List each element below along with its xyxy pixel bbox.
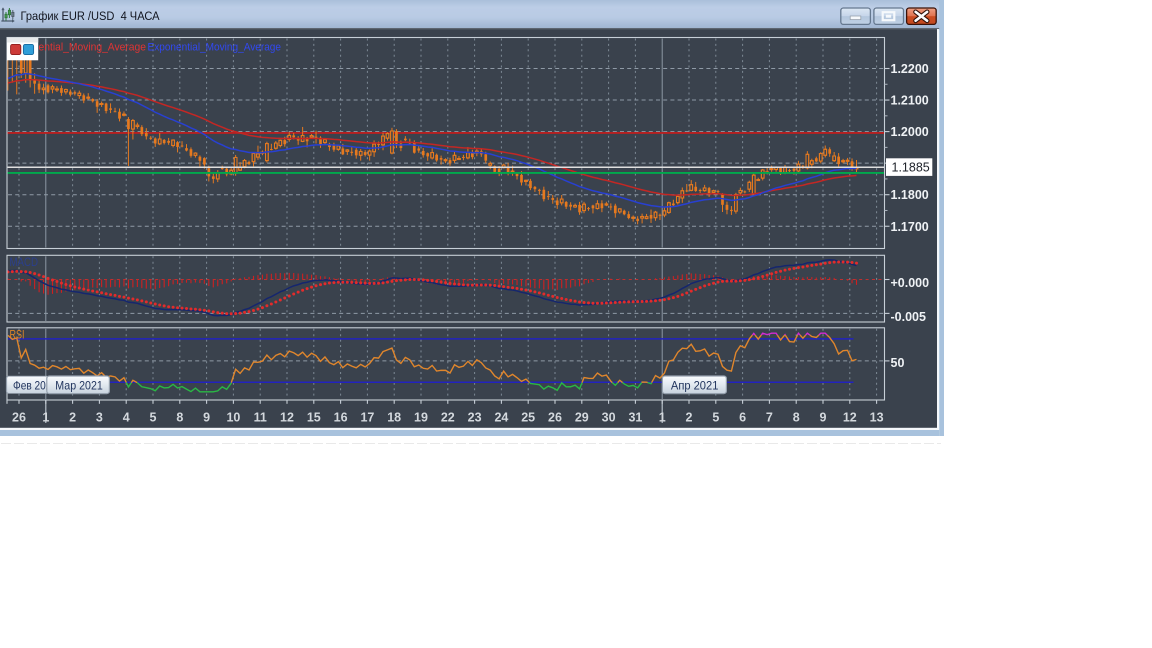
svg-text:10: 10 [226, 411, 240, 425]
svg-text:3: 3 [96, 411, 103, 425]
svg-text:1.2200: 1.2200 [891, 62, 929, 76]
svg-text:19: 19 [414, 411, 428, 425]
svg-text:1.1700: 1.1700 [891, 220, 929, 234]
svg-text:31: 31 [628, 411, 642, 425]
svg-text:23: 23 [468, 411, 482, 425]
svg-text:25: 25 [521, 411, 535, 425]
svg-text:11: 11 [254, 411, 267, 425]
svg-text:26: 26 [548, 411, 562, 425]
svg-text:24: 24 [494, 411, 508, 425]
svg-text:12: 12 [843, 411, 857, 425]
svg-text:RSI: RSI [10, 330, 25, 342]
svg-text:8: 8 [176, 411, 183, 425]
svg-text:+0.000: +0.000 [891, 276, 930, 290]
svg-text:-0.005: -0.005 [891, 310, 926, 324]
svg-text:8: 8 [793, 411, 800, 425]
svg-text:9: 9 [820, 411, 827, 425]
svg-text:1.1885: 1.1885 [892, 161, 930, 175]
svg-text:5: 5 [150, 411, 157, 425]
svg-text:30: 30 [602, 411, 616, 425]
svg-text:Мар 2021: Мар 2021 [55, 379, 103, 393]
svg-text:1.1800: 1.1800 [891, 188, 929, 202]
svg-text:16: 16 [334, 411, 348, 425]
svg-text:22: 22 [441, 411, 455, 425]
svg-text:Апр 2021: Апр 2021 [671, 379, 719, 393]
svg-text:1.2000: 1.2000 [891, 125, 929, 139]
svg-text:6: 6 [739, 411, 746, 425]
svg-text:50: 50 [891, 356, 905, 370]
svg-text:26: 26 [12, 411, 26, 425]
svg-text:2: 2 [69, 411, 76, 425]
svg-text:ential_Moving_Average: ential_Moving_Average [39, 42, 147, 54]
svg-text:18: 18 [387, 411, 401, 425]
svg-text:2: 2 [686, 411, 693, 425]
svg-text:29: 29 [575, 411, 589, 425]
svg-text:12: 12 [280, 411, 294, 425]
svg-text:График EUR /USD 4 ЧАСА: График EUR /USD 4 ЧАСА [21, 9, 161, 23]
svg-text:7: 7 [766, 411, 773, 425]
svg-text:4: 4 [123, 411, 130, 425]
svg-text:Exponential_Moving_Average: Exponential_Moving_Average [148, 42, 282, 54]
svg-text:15: 15 [307, 411, 321, 425]
svg-text:5: 5 [712, 411, 719, 425]
svg-text:MACD: MACD [10, 257, 39, 269]
svg-text:13: 13 [870, 411, 884, 425]
svg-text:17: 17 [360, 411, 374, 425]
svg-text:1.2100: 1.2100 [891, 94, 929, 108]
svg-text:1: 1 [659, 411, 666, 425]
svg-text:1: 1 [42, 411, 49, 425]
svg-text:9: 9 [203, 411, 210, 425]
